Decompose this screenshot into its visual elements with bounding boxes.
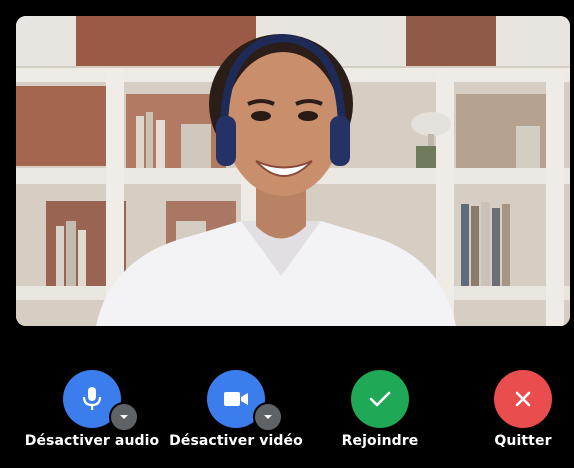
quit-label: Quitter xyxy=(494,433,552,449)
microphone-icon xyxy=(82,387,102,410)
close-icon xyxy=(515,391,531,407)
mute-video-control: Désactiver vidéo xyxy=(161,345,311,468)
video-camera-icon xyxy=(224,392,248,406)
mute-video-label: Désactiver vidéo xyxy=(169,433,303,449)
quit-control: Quitter xyxy=(448,345,574,468)
video-options-button[interactable] xyxy=(253,402,283,432)
call-controls: Désactiver audio Désactiver vidéo Rejoin… xyxy=(0,345,574,468)
audio-options-button[interactable] xyxy=(109,402,139,432)
quit-button[interactable] xyxy=(494,370,552,428)
check-icon xyxy=(369,391,391,407)
join-label: Rejoindre xyxy=(341,433,419,449)
video-preview xyxy=(16,16,570,326)
join-control: Rejoindre xyxy=(305,345,455,468)
camera-preview-image xyxy=(16,16,570,326)
chevron-down-icon xyxy=(120,415,128,419)
mute-audio-label: Désactiver audio xyxy=(24,433,160,449)
join-button[interactable] xyxy=(351,370,409,428)
mute-audio-control: Désactiver audio xyxy=(17,345,167,468)
chevron-down-icon xyxy=(264,415,272,419)
